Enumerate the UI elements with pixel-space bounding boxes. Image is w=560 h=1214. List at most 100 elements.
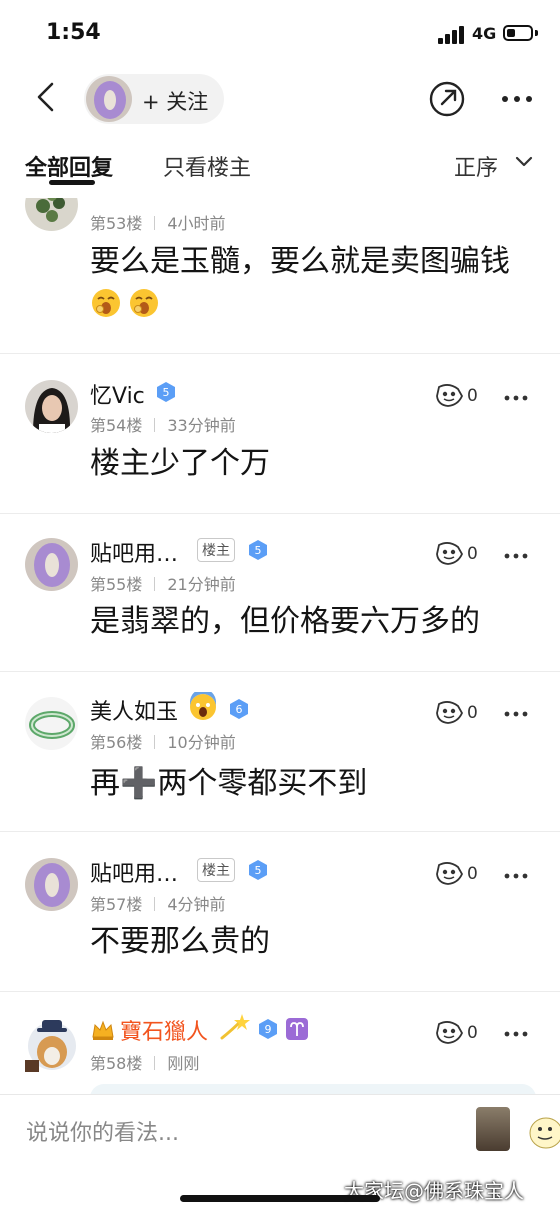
list-item: 忆Vic 5 0 第54楼 33分钟前 楼主少了个万 — [0, 354, 560, 514]
author-avatar — [86, 76, 132, 122]
tab-all-replies[interactable]: 全部回复 — [25, 150, 113, 182]
avatar[interactable] — [25, 198, 78, 231]
floor-number: 第58楼 — [90, 1054, 143, 1073]
username[interactable]: 忆Vic — [90, 378, 145, 410]
sort-toggle[interactable]: 正序 — [454, 150, 498, 182]
post-meta: 第54楼 33分钟前 — [90, 412, 236, 436]
battery-cap — [535, 30, 538, 36]
list-item: 第53楼 4小时前 要么是玉髓，要么就是卖图骗钱 — [0, 198, 560, 354]
more-icon[interactable] — [504, 552, 528, 560]
level-badge-icon: 5 — [249, 860, 267, 880]
post-time: 4小时前 — [167, 214, 226, 233]
svg-text:5: 5 — [255, 864, 262, 877]
like-count: 0 — [467, 544, 478, 564]
like-icon[interactable] — [434, 383, 464, 409]
reply-content: 楼主少了个万 — [90, 446, 270, 481]
list-item: 寶石獵人 9 0 第58楼 刚刚 — [0, 992, 560, 1094]
scream-emoji-icon — [190, 692, 216, 720]
like-count: 0 — [467, 864, 478, 884]
status-bar: 1:54 4G — [0, 0, 560, 66]
reply-content: 再➕两个零都买不到 — [90, 766, 368, 801]
avatar[interactable] — [25, 1014, 80, 1072]
more-icon[interactable] — [504, 872, 528, 880]
avatar[interactable] — [25, 697, 78, 750]
avatar[interactable] — [25, 858, 78, 911]
svg-text:6: 6 — [236, 703, 243, 716]
floor-number: 第54楼 — [90, 416, 143, 435]
level-badge-icon: 9 — [259, 1019, 277, 1039]
svg-text:5: 5 — [255, 544, 262, 557]
avatar[interactable] — [25, 538, 78, 591]
like-count: 0 — [467, 386, 478, 406]
more-icon[interactable] — [504, 710, 528, 718]
reply-input[interactable]: 说说你的看法... — [26, 1115, 179, 1147]
back-icon[interactable] — [32, 80, 66, 114]
like-count: 0 — [467, 1023, 478, 1043]
level-badge-icon: 6 — [230, 699, 248, 719]
post-time: 10分钟前 — [167, 733, 236, 752]
yawn-emoji-icon — [130, 289, 158, 317]
sticker-icon[interactable] — [526, 1107, 560, 1151]
post-time: 刚刚 — [167, 1054, 200, 1073]
follow-author-button[interactable]: + 关注 — [84, 74, 224, 124]
level-badge-icon: 5 — [249, 540, 267, 560]
post-time: 21分钟前 — [167, 575, 236, 594]
avatar[interactable] — [25, 380, 78, 433]
like-icon[interactable] — [434, 861, 464, 887]
post-meta: 第53楼 4小时前 — [90, 210, 226, 234]
reply-content: 要么是玉髓，要么就是卖图骗钱 — [90, 240, 540, 328]
post-time: 33分钟前 — [167, 416, 236, 435]
like-icon[interactable] — [434, 700, 464, 726]
like-icon[interactable] — [434, 541, 464, 567]
network-type: 4G — [472, 24, 497, 43]
post-meta: 第57楼 4分钟前 — [90, 891, 226, 915]
share-icon[interactable] — [428, 80, 466, 118]
list-item: 贴吧用… 楼主 5 0 第57楼 4分钟前 不要那么贵的 — [0, 832, 560, 992]
reply-content: 是翡翠的，但价格要六万多的 — [90, 604, 480, 639]
like-count: 0 — [467, 703, 478, 723]
floor-number: 第56楼 — [90, 733, 143, 752]
tab-indicator — [49, 180, 95, 185]
shooting-star-icon — [220, 1014, 250, 1040]
username[interactable]: 贴吧用… — [90, 856, 178, 888]
level-badge-icon: 5 — [157, 382, 175, 402]
floor-number: 第57楼 — [90, 895, 143, 914]
reply-text: 要么是玉髓，要么就是卖图骗钱 — [90, 244, 510, 279]
more-icon[interactable] — [504, 1030, 528, 1038]
tab-host-only[interactable]: 只看楼主 — [163, 150, 251, 182]
more-icon[interactable] — [500, 94, 534, 104]
svg-text:5: 5 — [163, 386, 170, 399]
nav-bar: + 关注 — [0, 66, 560, 132]
list-item: 贴吧用… 楼主 5 0 第55楼 21分钟前 是翡翠的，但价格要六万多的 — [0, 514, 560, 672]
reply-tabs: 全部回复 只看楼主 正序 — [0, 132, 560, 198]
quoted-card[interactable] — [90, 1084, 536, 1094]
battery-icon — [503, 25, 533, 41]
floor-number: 第55楼 — [90, 575, 143, 594]
username[interactable]: 贴吧用… — [90, 536, 178, 568]
username[interactable]: 美人如玉 — [90, 694, 178, 726]
signal-icon — [438, 26, 466, 44]
like-icon[interactable] — [434, 1020, 464, 1046]
host-badge: 楼主 — [197, 858, 235, 882]
floor-number: 第53楼 — [90, 214, 143, 233]
yawn-emoji-icon — [92, 289, 120, 317]
post-time: 4分钟前 — [167, 895, 226, 914]
home-indicator[interactable] — [180, 1195, 380, 1202]
post-meta: 第58楼 刚刚 — [90, 1050, 199, 1074]
follow-label: + 关注 — [142, 90, 209, 114]
list-item: 美人如玉 6 0 第56楼 10分钟前 再➕两个零都买不到 — [0, 672, 560, 832]
reply-bar: 说说你的看法... 大家坛@佛系珠宝人 — [0, 1094, 560, 1214]
more-icon[interactable] — [504, 394, 528, 402]
aries-sign-icon — [286, 1018, 308, 1040]
reply-list: 第53楼 4小时前 要么是玉髓，要么就是卖图骗钱 忆Vic 5 0 第54楼 3… — [0, 198, 560, 1094]
status-time: 1:54 — [46, 20, 101, 45]
post-meta: 第56楼 10分钟前 — [90, 729, 236, 753]
post-meta: 第55楼 21分钟前 — [90, 571, 236, 595]
crown-icon — [92, 1020, 114, 1040]
chevron-down-icon[interactable] — [514, 154, 534, 170]
host-badge: 楼主 — [197, 538, 235, 562]
svg-text:9: 9 — [265, 1023, 272, 1036]
image-thumbnail[interactable] — [476, 1107, 510, 1151]
reply-content: 不要那么贵的 — [90, 924, 270, 959]
username[interactable]: 寶石獵人 — [120, 1014, 208, 1046]
